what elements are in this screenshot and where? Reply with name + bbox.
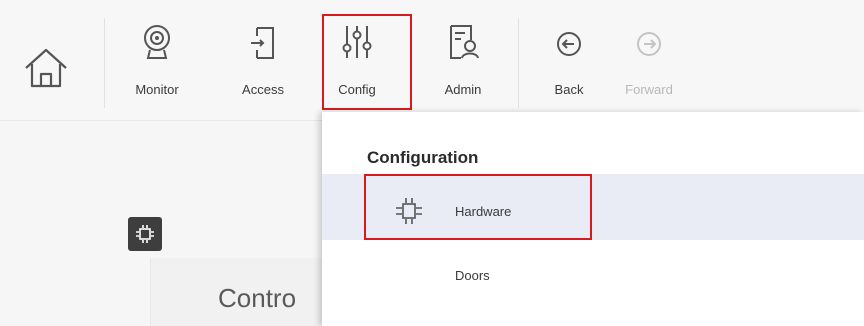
controller-card-title: Contro xyxy=(218,283,297,313)
forward-arrow-icon xyxy=(637,32,661,56)
hardware-highlight xyxy=(364,174,592,240)
home-icon xyxy=(25,48,67,88)
access-button[interactable]: Access xyxy=(228,20,298,108)
toolbar: Monitor Access Config Admin Back Forward xyxy=(0,0,864,121)
monitor-label: Monitor xyxy=(135,82,179,97)
menu-heading: Configuration xyxy=(367,148,479,167)
access-label: Access xyxy=(242,82,284,97)
toolbar-separator xyxy=(518,18,519,108)
hardware-tile[interactable] xyxy=(128,217,162,251)
forward-label: Forward xyxy=(625,82,673,97)
door-exit-icon xyxy=(251,27,274,59)
back-label: Back xyxy=(554,82,584,97)
monitor-button[interactable]: Monitor xyxy=(122,20,192,108)
menu-item-doors[interactable]: Doors xyxy=(455,268,490,283)
admin-label: Admin xyxy=(444,82,482,97)
home-button[interactable] xyxy=(22,44,70,92)
back-arrow-icon xyxy=(557,32,581,56)
webcam-icon xyxy=(144,25,170,59)
toolbar-separator xyxy=(104,18,105,108)
forward-button[interactable]: Forward xyxy=(614,20,684,108)
back-button[interactable]: Back xyxy=(534,20,604,108)
admin-button[interactable]: Admin xyxy=(428,20,498,108)
chip-icon xyxy=(136,225,154,243)
admin-profile-icon xyxy=(450,25,479,59)
config-highlight xyxy=(322,14,412,110)
